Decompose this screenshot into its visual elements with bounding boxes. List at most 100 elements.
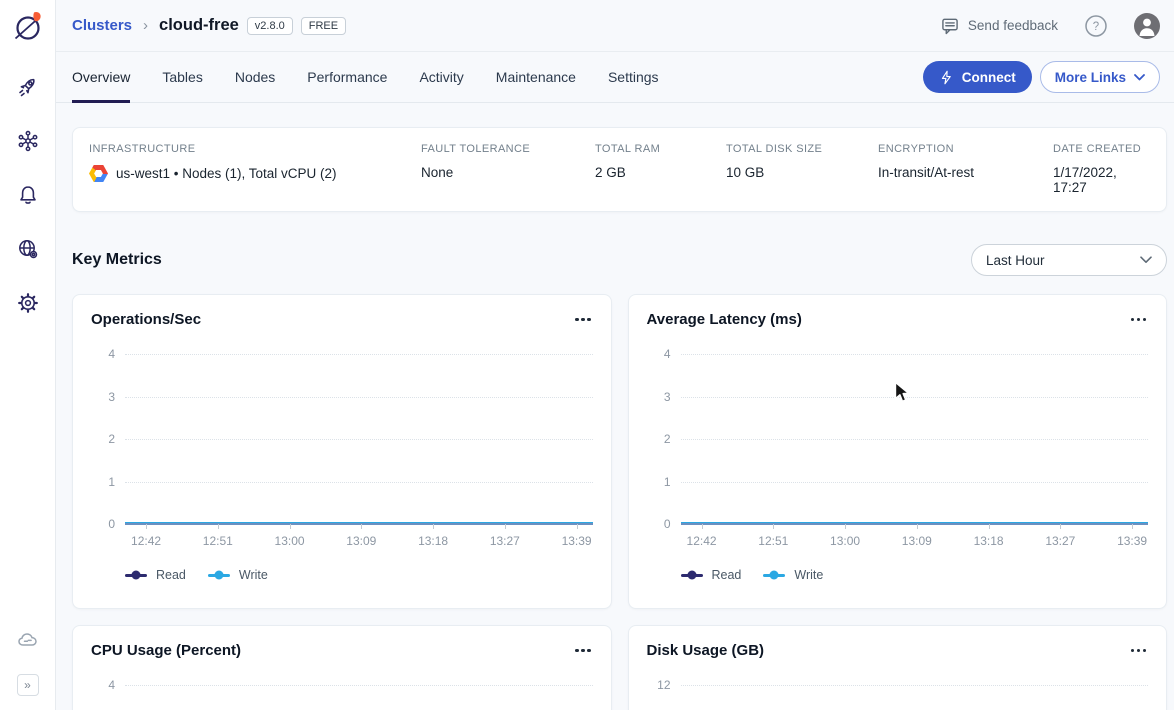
tab-nodes[interactable]: Nodes <box>235 52 275 102</box>
gridline <box>125 482 593 483</box>
tab-tables[interactable]: Tables <box>162 52 202 102</box>
chart-menu-button[interactable] <box>573 314 593 326</box>
info-field-date-created: DATE CREATED1/17/2022, 17:27 <box>1053 143 1150 195</box>
network-icon[interactable] <box>16 129 40 153</box>
chart-header: Disk Usage (GB) <box>647 642 1149 659</box>
gridline <box>681 439 1149 440</box>
y-tick-label: 2 <box>108 432 115 446</box>
x-tick-label: 13:00 <box>830 534 860 548</box>
tab-maintenance[interactable]: Maintenance <box>496 52 576 102</box>
metric-card-disk-usage-gb: Disk Usage (GB) 129630 <box>628 625 1168 710</box>
feedback-label: Send feedback <box>968 18 1058 33</box>
legend-label: Read <box>156 568 186 582</box>
x-tick-label: 13:39 <box>1117 534 1147 548</box>
gridline <box>125 439 593 440</box>
chart-title: Operations/Sec <box>91 311 201 328</box>
sidebar: » <box>0 0 56 710</box>
info-field-total-disk-size: TOTAL DISK SIZE10 GB <box>726 143 878 195</box>
legend-item-write[interactable]: Write <box>763 568 823 582</box>
svg-text:?: ? <box>1093 21 1099 33</box>
tab-activity[interactable]: Activity <box>419 52 463 102</box>
x-axis-labels: 12:4212:5113:0013:0913:1813:2713:39 <box>125 534 593 550</box>
chart-header: Average Latency (ms) <box>647 311 1149 328</box>
info-value: us-west1 • Nodes (1), Total vCPU (2) <box>89 165 421 182</box>
y-tick-label: 2 <box>664 432 671 446</box>
chart-plot-area: 43210 <box>91 354 593 524</box>
info-field-infrastructure: INFRASTRUCTURE us-west1 • Nodes (1), Tota… <box>89 143 421 195</box>
gridline <box>681 482 1149 483</box>
info-label: INFRASTRUCTURE <box>89 143 421 155</box>
y-tick-label: 12 <box>657 678 670 692</box>
x-tick-label: 12:42 <box>687 534 717 548</box>
chart-legend: Read Write <box>125 568 593 582</box>
y-tick-label: 4 <box>108 347 115 361</box>
legend-item-write[interactable]: Write <box>208 568 268 582</box>
cloud-icon[interactable] <box>16 628 40 652</box>
chart-menu-button[interactable] <box>1129 314 1149 326</box>
legend-marker <box>763 574 785 577</box>
y-axis-labels: 43210 <box>91 354 125 524</box>
plot-canvas <box>681 354 1149 524</box>
legend-label: Write <box>239 568 268 582</box>
legend-item-read[interactable]: Read <box>125 568 186 582</box>
rocket-icon[interactable] <box>16 75 40 99</box>
info-label: TOTAL RAM <box>595 143 726 155</box>
time-range-select[interactable]: Last Hour <box>971 244 1167 276</box>
y-tick-label: 4 <box>108 678 115 692</box>
x-axis-line <box>125 523 593 525</box>
bell-icon[interactable] <box>16 183 40 207</box>
chart-plot-area: 43210 <box>647 354 1149 524</box>
send-feedback-button[interactable]: Send feedback <box>940 16 1058 36</box>
info-value-text: 10 GB <box>726 165 764 180</box>
legend-label: Read <box>712 568 742 582</box>
more-links-button[interactable]: More Links <box>1040 61 1160 93</box>
x-tick-mark <box>702 524 703 529</box>
metric-card-cpu-usage-percent: CPU Usage (Percent)43210 <box>72 625 612 710</box>
avatar[interactable] <box>1134 13 1160 39</box>
x-tick-label: 13:18 <box>418 534 448 548</box>
gear-icon[interactable] <box>16 291 40 315</box>
info-label: DATE CREATED <box>1053 143 1150 155</box>
info-value: 2 GB <box>595 165 726 180</box>
legend-item-read[interactable]: Read <box>681 568 742 582</box>
tab-performance[interactable]: Performance <box>307 52 387 102</box>
x-axis-line <box>681 523 1149 525</box>
help-icon[interactable]: ? <box>1084 14 1108 38</box>
breadcrumb-chevron-icon: › <box>143 17 148 34</box>
chart-header: Operations/Sec <box>91 311 593 328</box>
y-axis-labels: 43210 <box>91 685 125 710</box>
x-tick-mark <box>773 524 774 529</box>
x-axis-labels: 12:4212:5113:0013:0913:1813:2713:39 <box>681 534 1149 550</box>
x-tick-mark <box>845 524 846 529</box>
info-field-total-ram: TOTAL RAM 2 GB <box>595 143 726 195</box>
x-tick-label: 12:42 <box>131 534 161 548</box>
plot-canvas <box>125 354 593 524</box>
info-label: FAULT TOLERANCE <box>421 143 595 155</box>
x-tick-mark <box>1060 524 1061 529</box>
tab-overview[interactable]: Overview <box>72 52 130 102</box>
x-tick-label: 13:09 <box>346 534 376 548</box>
globe-settings-icon[interactable] <box>16 237 40 261</box>
chart-plot-area: 129630 <box>647 685 1149 710</box>
breadcrumb-clusters-link[interactable]: Clusters <box>72 17 132 34</box>
x-tick-mark <box>989 524 990 529</box>
connect-button[interactable]: Connect <box>923 61 1032 93</box>
gridline <box>681 397 1149 398</box>
y-tick-label: 3 <box>108 390 115 404</box>
plot-canvas <box>125 685 593 710</box>
y-tick-label: 3 <box>664 390 671 404</box>
tab-settings[interactable]: Settings <box>608 52 659 102</box>
info-value-text: 2 GB <box>595 165 626 180</box>
x-tick-mark <box>218 524 219 529</box>
chart-menu-button[interactable] <box>573 645 593 657</box>
planet-logo-icon[interactable] <box>13 10 43 47</box>
sidebar-expand-button[interactable]: » <box>17 674 39 696</box>
chart-plot-area: 43210 <box>91 685 593 710</box>
x-tick-mark <box>577 524 578 529</box>
info-value: In-transit/At-rest <box>878 165 1053 180</box>
gridline <box>125 354 593 355</box>
key-metrics-title: Key Metrics <box>72 251 162 269</box>
chart-menu-button[interactable] <box>1129 645 1149 657</box>
cluster-info-bar: INFRASTRUCTURE us-west1 • Nodes (1), Tota… <box>72 127 1167 212</box>
feedback-icon <box>940 16 960 36</box>
